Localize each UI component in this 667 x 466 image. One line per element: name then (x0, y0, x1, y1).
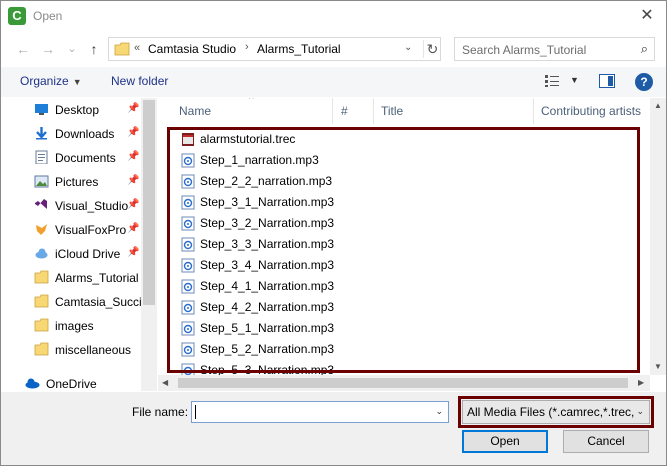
camtasia-app-icon: C (8, 7, 26, 25)
pin-icon: 📌 (127, 151, 140, 162)
view-options-caret-icon[interactable]: ▼ (570, 75, 579, 85)
text-cursor (195, 405, 196, 419)
search-input[interactable]: Search Alarms_Tutorial (462, 43, 586, 57)
column-title[interactable]: Title (381, 104, 403, 118)
file-list-highlight-box (167, 127, 640, 373)
sidebar-item[interactable]: Camtasia_Succir (1, 290, 146, 314)
cancel-button[interactable]: Cancel (563, 430, 649, 453)
desktop-icon (35, 104, 48, 115)
sidebar-item[interactable]: Desktop 📌 (1, 98, 146, 122)
sidebar-item[interactable]: iCloud Drive 📌 (1, 242, 146, 266)
address-bar[interactable]: « Camtasia Studio › Alarms_Tutorial ⌄ ↻ (108, 37, 441, 61)
sidebar-item[interactable]: Documents 📌 (1, 146, 146, 170)
pin-icon: 📌 (127, 127, 140, 138)
sidebar-item[interactable]: Alarms_Tutorial (1, 266, 146, 290)
pin-icon: 📌 (127, 175, 140, 186)
scroll-left-arrow-icon[interactable]: ◀ (162, 378, 168, 387)
sidebar-item[interactable]: miscellaneous (1, 338, 146, 362)
preview-pane-icon[interactable] (599, 74, 615, 88)
breadcrumb-camtasia-studio[interactable]: Camtasia Studio (148, 42, 236, 56)
sidebar-item[interactable]: VisualFoxPro 📌 (1, 218, 146, 242)
file-name-input[interactable]: ⌄ (191, 401, 449, 423)
onedrive-icon (25, 378, 40, 389)
column-name[interactable]: Name (179, 104, 211, 118)
documents-icon (35, 150, 48, 164)
folder-icon (114, 42, 130, 56)
column-header: ^ Name # Title Contributing artists (158, 98, 650, 124)
file-name-dropdown-icon[interactable]: ⌄ (435, 406, 443, 417)
sidebar-item[interactable]: images (1, 314, 146, 338)
sort-ascending-icon: ^ (249, 98, 254, 105)
recent-locations-chevron-icon[interactable]: ⌄ (63, 39, 81, 59)
pin-icon: 📌 (127, 223, 140, 234)
organize-label: Organize (20, 74, 69, 88)
refresh-icon[interactable]: ↻ (423, 40, 441, 58)
change-view-icon[interactable] (544, 74, 560, 88)
sidebar-item-label: miscellaneous (55, 343, 132, 357)
pin-icon: 📌 (127, 103, 140, 114)
sidebar-item-label: Camtasia_Succir (55, 295, 141, 309)
scroll-up-arrow-icon[interactable]: ▲ (654, 101, 662, 110)
sidebar-item-label: Alarms_Tutorial (55, 271, 139, 285)
pictures-icon (34, 175, 49, 188)
folder-icon (34, 294, 49, 308)
up-arrow-icon[interactable]: ↑ (85, 39, 103, 59)
column-divider[interactable] (373, 98, 374, 124)
visualfoxpro-icon (36, 224, 47, 235)
folder-icon (34, 342, 49, 356)
help-icon[interactable]: ? (635, 73, 653, 91)
icloud-icon (35, 248, 48, 259)
sidebar-item-label: OneDrive (46, 377, 97, 391)
sidebar-scroll-thumb[interactable] (143, 100, 155, 305)
sidebar-item[interactable]: Downloads 📌 (1, 122, 146, 146)
sidebar-scrollbar[interactable] (141, 98, 157, 391)
file-list-horizontal-scrollbar[interactable]: ◀ ▶ (158, 375, 650, 391)
back-arrow-icon[interactable]: ← (14, 39, 32, 59)
scroll-right-arrow-icon[interactable]: ▶ (638, 378, 644, 387)
open-dialog: C Open ✕ ← → ⌄ ↑ « Camtasia Studio › Ala… (0, 0, 667, 466)
column-contributing-artists[interactable]: Contributing artists (541, 104, 641, 118)
sidebar-item-label: images (55, 319, 94, 333)
breadcrumb-alarms-tutorial[interactable]: Alarms_Tutorial (257, 42, 341, 56)
file-name-label: File name: (132, 405, 189, 419)
open-button[interactable]: Open (462, 430, 548, 453)
column-divider[interactable] (533, 98, 534, 124)
navigation-pane: Desktop 📌 Downloads 📌 Documents 📌 Pictures 📌 Vis… (1, 98, 157, 391)
filter-highlight-box (458, 396, 654, 428)
horizontal-scroll-thumb[interactable] (178, 378, 628, 388)
visual-studio-icon (35, 199, 47, 209)
new-folder-button[interactable]: New folder (111, 74, 168, 88)
scroll-down-arrow-icon[interactable]: ▼ (654, 362, 662, 371)
address-dropdown-icon[interactable]: ⌄ (404, 42, 412, 53)
file-list-vertical-scrollbar[interactable]: ▲ ▼ (650, 98, 666, 375)
folder-icon (34, 318, 49, 332)
sidebar-item[interactable]: OneDrive (1, 372, 137, 391)
window-title: Open (33, 9, 63, 23)
column-divider[interactable] (332, 98, 333, 124)
organize-button[interactable]: Organize ▼ (20, 74, 82, 88)
search-box[interactable]: Search Alarms_Tutorial ⌕ (454, 37, 655, 61)
forward-arrow-icon[interactable]: → (39, 39, 57, 59)
search-icon[interactable]: ⌕ (641, 41, 648, 57)
sidebar-item[interactable]: Visual_Studio 📌 (1, 194, 146, 218)
address-overflow-icon[interactable]: « (134, 42, 140, 54)
sidebar-item[interactable]: Pictures 📌 (1, 170, 146, 194)
navigation-bar: ← → ⌄ ↑ « Camtasia Studio › Alarms_Tutor… (1, 35, 666, 63)
downloads-icon (36, 127, 47, 140)
pin-icon: 📌 (127, 199, 140, 210)
folder-icon (34, 270, 49, 284)
pin-icon: 📌 (127, 247, 140, 258)
organize-caret-icon: ▼ (72, 77, 82, 87)
title-bar: C Open ✕ (1, 1, 666, 32)
close-button[interactable]: ✕ (634, 4, 660, 28)
breadcrumb-separator-icon[interactable]: › (245, 41, 249, 53)
column-number[interactable]: # (341, 104, 348, 118)
command-toolbar: Organize ▼ New folder ▼ ? (1, 67, 666, 97)
